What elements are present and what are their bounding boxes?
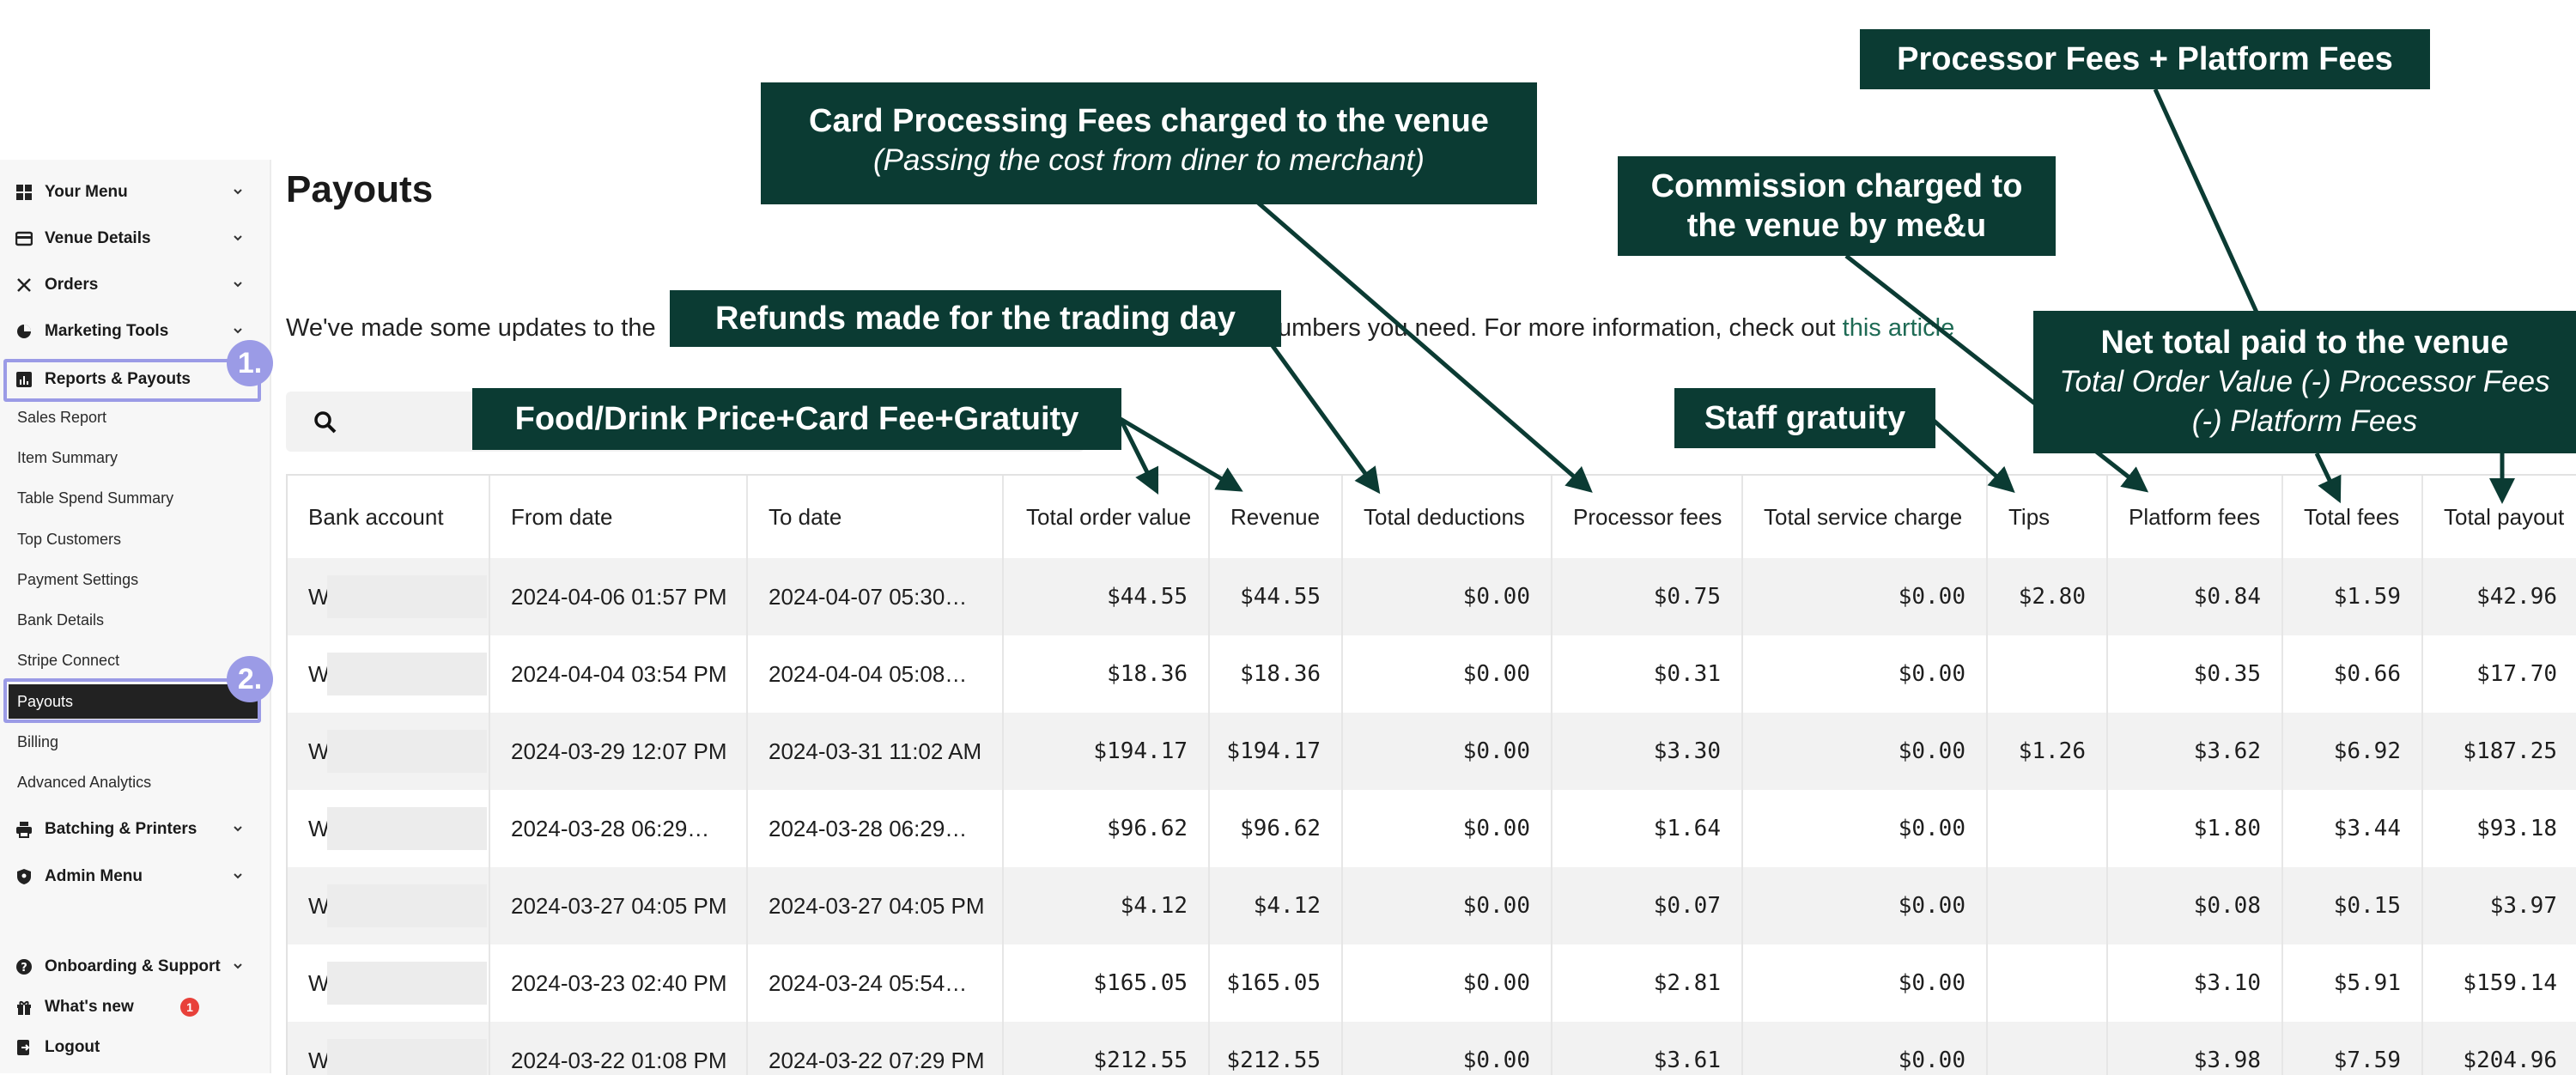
callout-refunds: Refunds made for the trading day <box>670 290 1281 347</box>
callout-net-total-sub2: (-) Platform Fees <box>2191 404 2418 438</box>
arrow-refunds-to-total-deductions <box>1268 342 1381 495</box>
callout-net-total: Net total paid to the venue Total Order … <box>2033 311 2576 453</box>
callout-commission: Commission charged to the venue by me&u <box>1618 156 2056 256</box>
callout-commission-line2: the venue by me&u <box>1686 208 1987 244</box>
arrow-staff-gratuity-to-tips <box>1930 417 2015 493</box>
callout-food-drink: Food/Drink Price+Card Fee+Gratuity <box>472 388 1121 450</box>
callout-commission-line1: Commission charged to <box>1650 168 2023 204</box>
arrow-processor-platform-to-total-fees <box>2153 88 2261 318</box>
callout-card-processing: Card Processing Fees charged to the venu… <box>761 82 1537 204</box>
callout-processor-platform-fees: Processor Fees + Platform Fees <box>1860 29 2430 89</box>
arrow-net-total-to-total-fees <box>2314 452 2342 504</box>
callout-card-processing-sub: (Passing the cost from diner to merchant… <box>873 143 1425 177</box>
callout-net-total-title: Net total paid to the venue <box>2100 325 2509 361</box>
arrow-card-processing-to-processor-fees <box>1256 201 1593 493</box>
callout-staff-gratuity: Staff gratuity <box>1674 388 1935 448</box>
callout-card-processing-title: Card Processing Fees charged to the venu… <box>809 103 1489 139</box>
callout-net-total-sub1: Total Order Value (-) Processor Fees <box>2059 365 2550 398</box>
